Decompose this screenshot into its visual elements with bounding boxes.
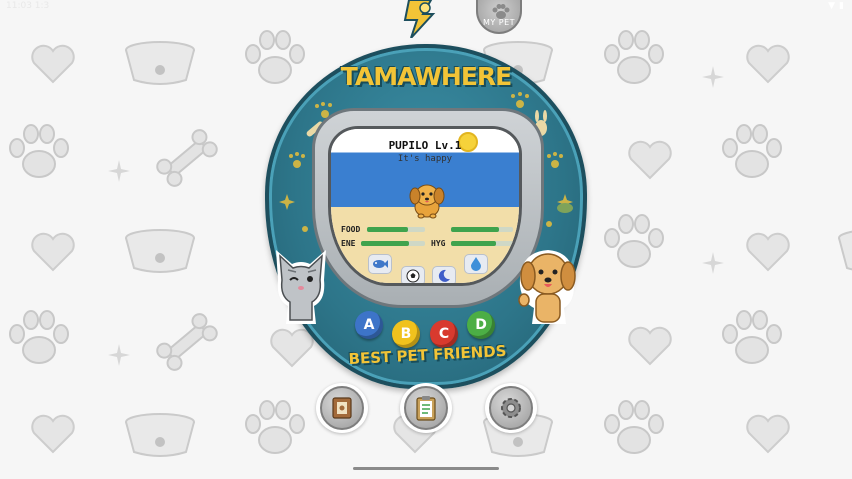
button-a[interactable]: A xyxy=(355,311,383,339)
dog-sticker-icon xyxy=(518,250,576,324)
water-drop-icon xyxy=(471,257,481,271)
keychain-lightning-logo-icon xyxy=(403,0,436,38)
journal-menu-bezel xyxy=(320,386,364,430)
clean-button[interactable] xyxy=(464,254,488,274)
hygiene-bar xyxy=(451,241,513,246)
paw-print-icon xyxy=(722,124,782,178)
heart-icon xyxy=(746,232,790,272)
cat-sticker-icon xyxy=(276,250,326,324)
clipboard-icon xyxy=(416,396,436,421)
sparkle-icon xyxy=(702,66,724,88)
heart-icon xyxy=(746,44,790,84)
wifi-icon: ▼ xyxy=(828,1,836,11)
sparkle-icon xyxy=(108,344,130,366)
sparkle-icon xyxy=(108,160,130,182)
pet-status: It's happy xyxy=(397,154,453,164)
checklist-menu-button[interactable] xyxy=(400,383,452,433)
stat-label-food: FOOD xyxy=(341,225,361,234)
pet-name-level: PUPILO Lv.1 xyxy=(388,139,462,152)
pet-bowl-icon xyxy=(838,230,852,271)
soccer-ball-icon xyxy=(406,269,420,283)
paw-print-icon xyxy=(604,400,664,454)
button-d[interactable]: D xyxy=(467,311,495,339)
pet-screen: PUPILO Lv.1 It's happy FOOD ENE HYG xyxy=(328,126,522,286)
status-time: 11:03 1:3 xyxy=(6,1,50,11)
heart-icon xyxy=(31,414,75,454)
my-pet-label: MY PET xyxy=(482,18,516,27)
puppy-sprite-icon[interactable] xyxy=(407,181,447,219)
sparkle-icon xyxy=(702,252,724,274)
energy-bar-fill xyxy=(361,241,409,246)
sleep-button[interactable] xyxy=(432,266,456,283)
heart-icon xyxy=(31,232,75,272)
stat-label-energy: ENE xyxy=(341,239,356,248)
battery-icon: ▮ xyxy=(839,1,844,11)
energy-bar xyxy=(361,241,425,246)
paw-print-icon xyxy=(604,214,664,268)
home-indicator[interactable] xyxy=(353,467,499,470)
bone-icon xyxy=(156,313,218,371)
paw-print-icon xyxy=(604,30,664,84)
gear-icon xyxy=(501,398,521,418)
play-button[interactable] xyxy=(401,266,425,283)
paw-print-icon xyxy=(245,400,305,454)
feed-button[interactable] xyxy=(368,254,392,274)
settings-menu-bezel xyxy=(489,386,533,430)
fish-icon xyxy=(373,260,388,268)
settings-menu-button[interactable] xyxy=(485,383,537,433)
heart-icon xyxy=(628,140,672,180)
brand-title: TAMAWHERE xyxy=(340,62,512,91)
journal-menu-button[interactable] xyxy=(316,383,368,433)
bone-icon xyxy=(156,129,218,187)
status-icons: ▼ ▮ xyxy=(828,1,844,11)
stat-label-hygiene: HYG xyxy=(431,239,446,248)
heart-icon xyxy=(746,414,790,454)
paw-print-icon xyxy=(9,310,69,364)
stat-bar-2 xyxy=(451,227,513,232)
pet-bowl-icon xyxy=(125,413,195,457)
checklist-menu-bezel xyxy=(404,386,448,430)
heart-icon xyxy=(31,44,75,84)
food-bar-fill xyxy=(367,227,408,232)
heart-icon xyxy=(628,326,672,366)
stat-bar-2-fill xyxy=(451,227,500,232)
book-icon xyxy=(332,397,352,419)
food-bar xyxy=(367,227,425,232)
button-b[interactable]: B xyxy=(392,320,420,348)
moon-icon xyxy=(438,269,450,282)
hygiene-bar-fill xyxy=(451,241,496,246)
pet-bowl-icon xyxy=(125,41,195,85)
pet-bowl-icon xyxy=(125,229,195,273)
paw-print-icon xyxy=(9,124,69,178)
paw-print-icon xyxy=(722,310,782,364)
